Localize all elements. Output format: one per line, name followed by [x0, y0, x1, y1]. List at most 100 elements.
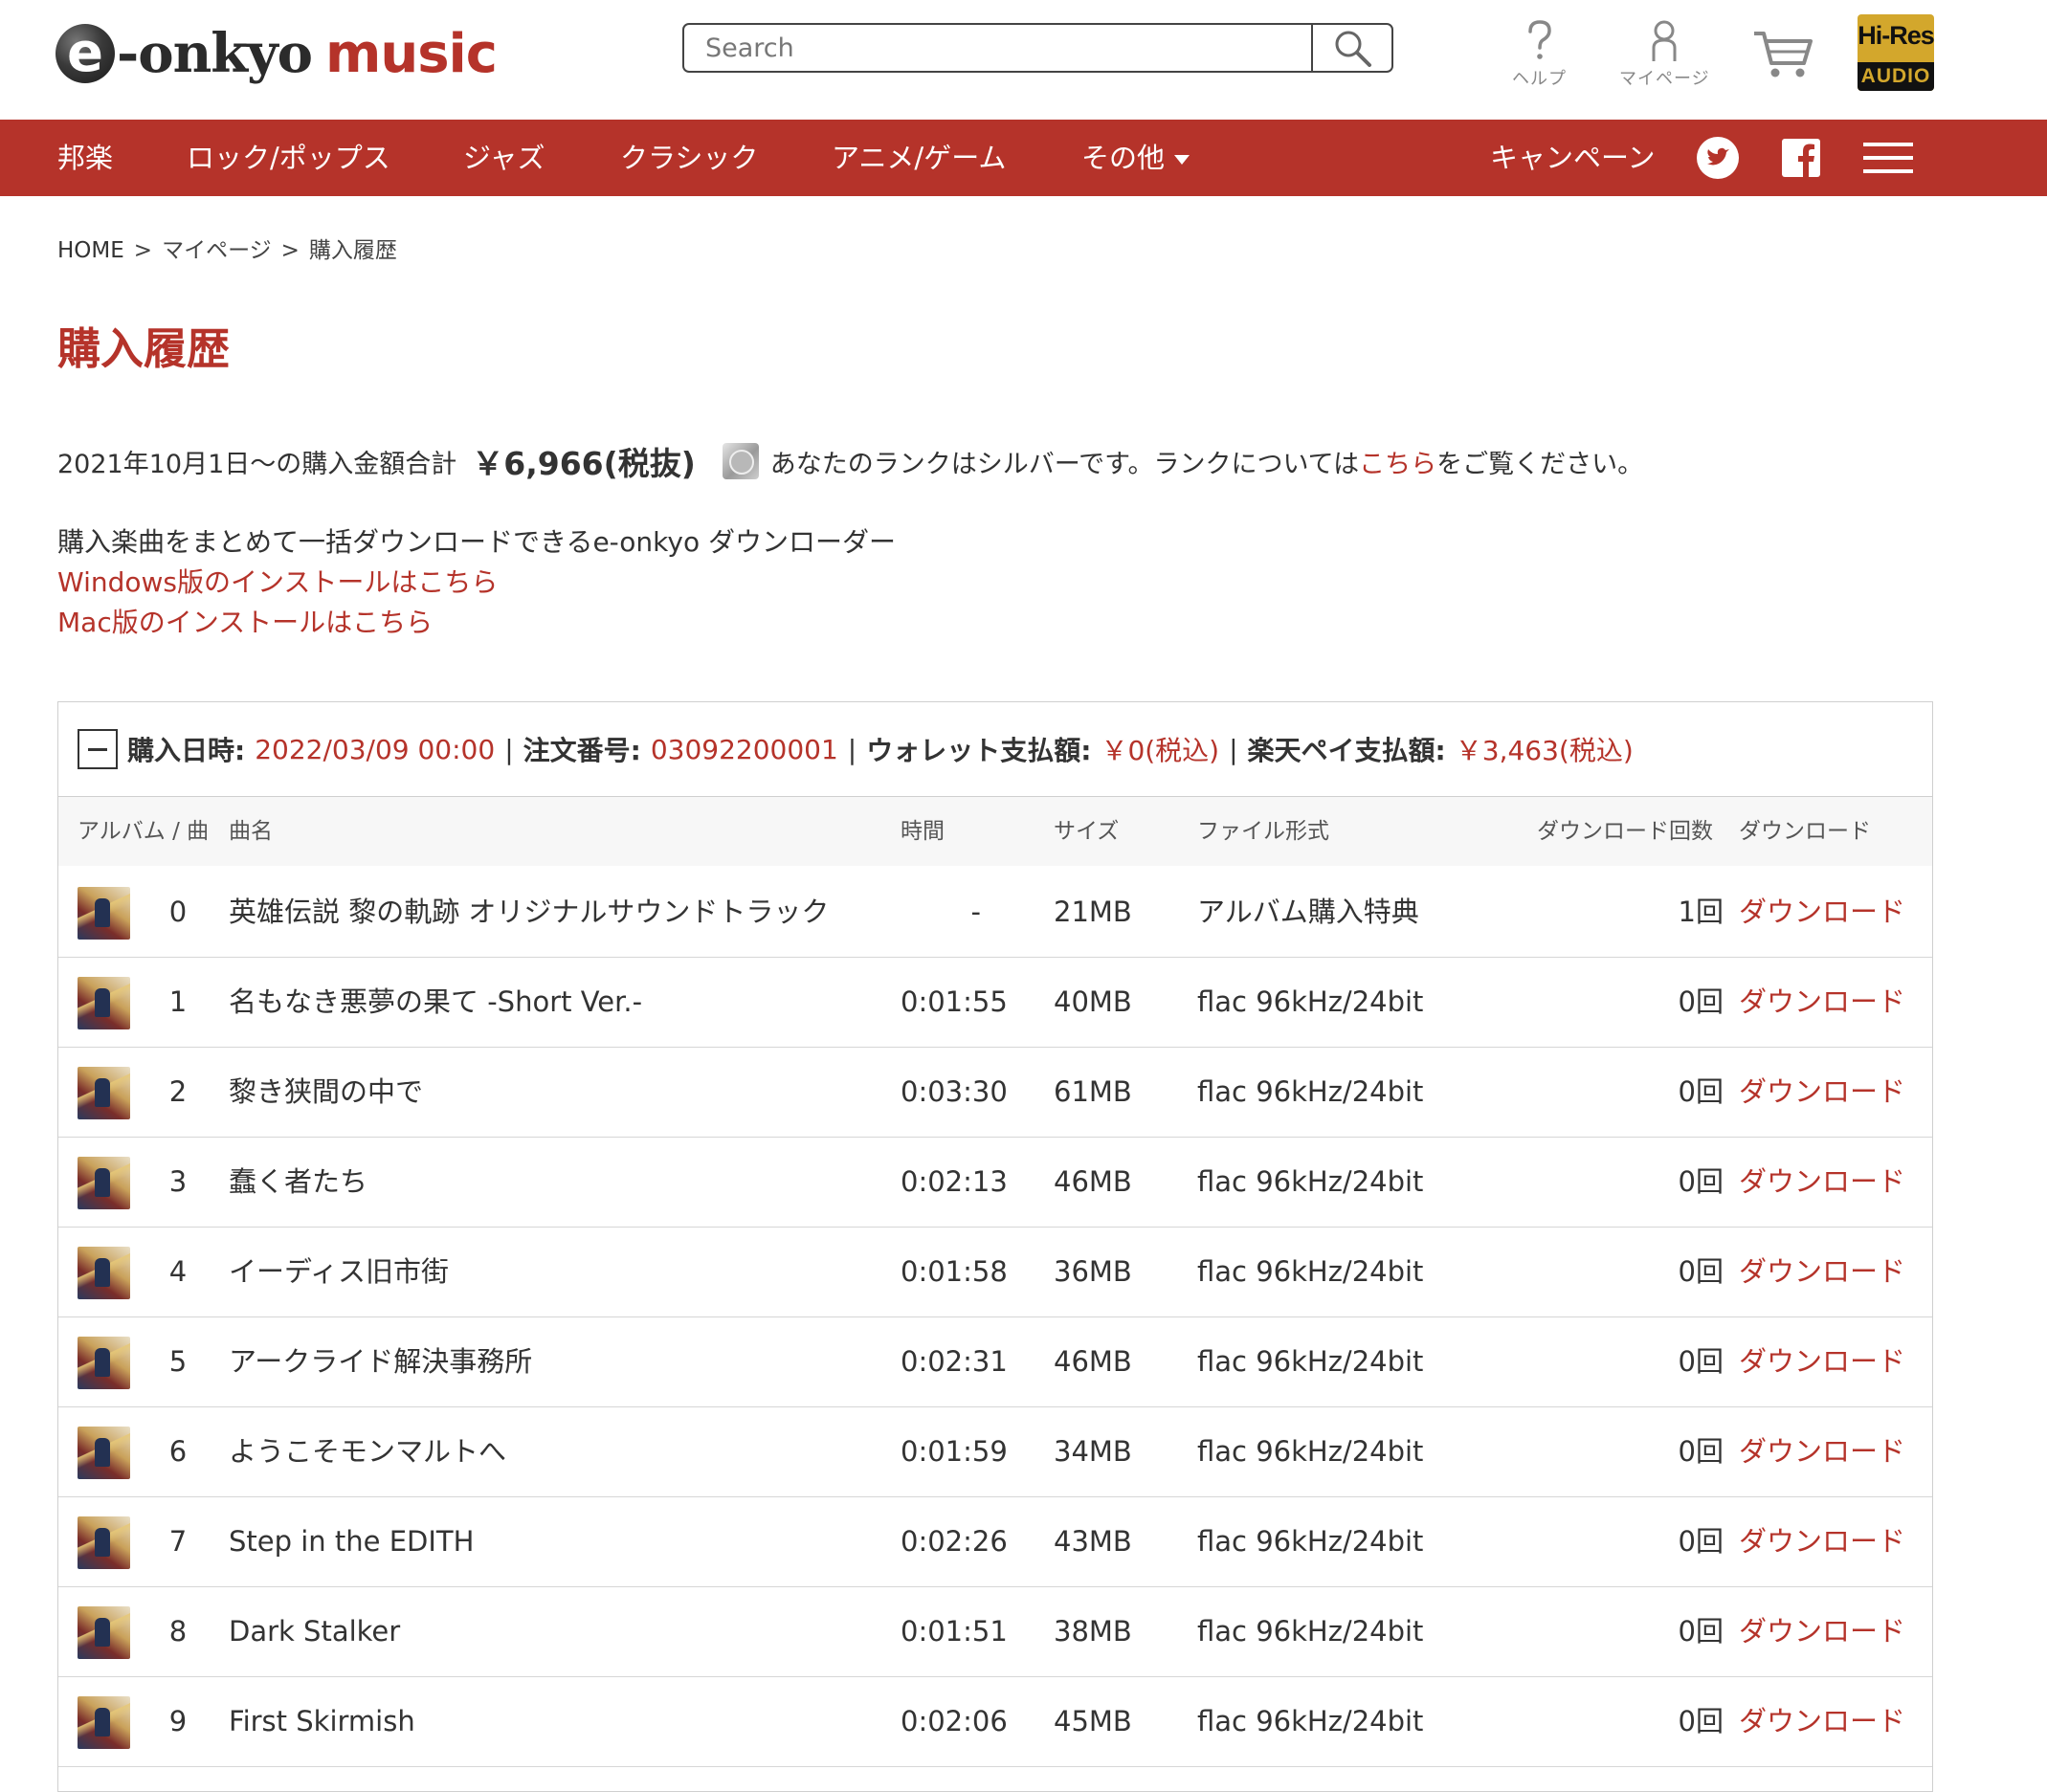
breadcrumb-separator: > — [280, 238, 300, 263]
help-label: ヘルプ — [1512, 69, 1567, 89]
track-time: 0:02:13 — [901, 1165, 1008, 1198]
nav-item-others[interactable]: その他 — [1081, 120, 1190, 196]
nav-item-hogaku[interactable]: 邦楽 — [57, 120, 113, 196]
mypage-label: マイページ — [1619, 69, 1710, 89]
download-count: 0回 — [1678, 1525, 1724, 1558]
order-header: 購入日時: 2022/03/09 00:00 | 注文番号: 030922000… — [58, 702, 1932, 797]
download-link[interactable]: ダウンロード — [1739, 867, 1905, 957]
help-link[interactable]: ヘルプ — [1512, 19, 1567, 90]
track-time: 0:02:31 — [901, 1345, 1008, 1378]
summary-amount: ￥6,966(税抜) — [472, 445, 696, 482]
download-link[interactable]: ダウンロード — [1739, 1586, 1905, 1676]
track-title: アークライド解決事務所 — [229, 1345, 533, 1378]
collapse-toggle[interactable] — [78, 729, 118, 769]
logo-music-text: music — [325, 22, 498, 85]
album-thumbnail[interactable] — [78, 1337, 130, 1389]
windows-install-link[interactable]: Windows版のインストールはこちら — [57, 563, 896, 603]
track-number: 9 — [168, 1705, 188, 1737]
menu-icon — [1863, 143, 1913, 173]
download-count: 1回 — [1678, 896, 1724, 928]
table-row: 9 First Skirmish 0:02:06 45MB flac 96kHz/24b… — [58, 1676, 1932, 1767]
album-thumbnail[interactable] — [78, 1606, 130, 1659]
track-format: flac 96kHz/24bit — [1197, 1075, 1424, 1108]
nav-item-classic[interactable]: クラシック — [620, 120, 758, 196]
album-thumbnail[interactable] — [78, 1427, 130, 1479]
nav-item-rock-pops[interactable]: ロック/ポップス — [187, 120, 390, 196]
album-thumbnail[interactable] — [78, 887, 130, 940]
cart-link[interactable] — [1751, 29, 1814, 80]
page-title: 購入履歴 — [57, 323, 231, 374]
breadcrumb-mypage[interactable]: マイページ — [162, 238, 272, 263]
track-time: 0:02:26 — [901, 1525, 1008, 1558]
track-size: 34MB — [1054, 1435, 1132, 1468]
breadcrumb-home[interactable]: HOME — [57, 238, 124, 263]
table-row: 2 黎き狭間の中で 0:03:30 61MB flac 96kHz/24bit 0回 ダウン… — [58, 1047, 1932, 1138]
rank-suffix: をご覧ください。 — [1436, 449, 1644, 479]
twitter-link[interactable] — [1694, 120, 1742, 196]
site-logo[interactable]: e -onkyo music — [56, 15, 498, 92]
rank-info-link[interactable]: こちら — [1359, 443, 1436, 480]
download-link[interactable]: ダウンロード — [1739, 1137, 1905, 1227]
track-title: Dark Stalker — [229, 1615, 401, 1648]
cart-icon — [1754, 32, 1813, 77]
track-number: 8 — [168, 1615, 188, 1648]
album-thumbnail[interactable] — [78, 1067, 130, 1119]
download-link[interactable]: ダウンロード — [1739, 1047, 1905, 1137]
summary-prefix: 2021年10月1日～の購入金額合計 — [57, 449, 457, 479]
nav-item-jazz[interactable]: ジャズ — [463, 120, 545, 196]
track-size: 61MB — [1054, 1075, 1132, 1108]
track-format: flac 96kHz/24bit — [1197, 1255, 1424, 1288]
track-time: 0:02:06 — [901, 1705, 1008, 1737]
track-size: 38MB — [1054, 1615, 1132, 1648]
table-row: 8 Dark Stalker 0:01:51 38MB flac 96kHz/24bit… — [58, 1586, 1932, 1677]
order-number-value: 03092200001 — [650, 733, 838, 765]
mac-install-link[interactable]: Mac版のインストールはこちら — [57, 603, 896, 643]
track-title: 英雄伝説 黎の軌跡 オリジナルサウンドトラック — [229, 896, 830, 928]
facebook-link[interactable] — [1780, 120, 1822, 196]
track-number: 6 — [168, 1435, 188, 1468]
album-thumbnail[interactable] — [78, 1247, 130, 1299]
table-row: 4 イーディス旧市街 0:01:58 36MB flac 96kHz/24bit 0回 ダウ… — [58, 1227, 1932, 1317]
download-count: 0回 — [1678, 1255, 1724, 1288]
track-format: flac 96kHz/24bit — [1197, 1525, 1424, 1558]
search-box — [682, 23, 1393, 73]
track-title: 蠢く者たち — [229, 1165, 368, 1198]
hires-line1: Hi-Res — [1858, 21, 1934, 50]
col-download-count: ダウンロード回数 — [1537, 819, 1713, 844]
track-size: 43MB — [1054, 1525, 1132, 1558]
track-size: 46MB — [1054, 1345, 1132, 1378]
track-number: 7 — [168, 1525, 188, 1558]
track-number: 5 — [168, 1345, 188, 1378]
menu-button[interactable] — [1862, 120, 1914, 196]
download-link[interactable]: ダウンロード — [1739, 1406, 1905, 1496]
download-link[interactable]: ダウンロード — [1739, 1496, 1905, 1586]
mypage-link[interactable]: マイページ — [1619, 19, 1710, 90]
download-link[interactable]: ダウンロード — [1739, 957, 1905, 1047]
album-thumbnail[interactable] — [78, 977, 130, 1029]
album-thumbnail[interactable] — [78, 1157, 130, 1209]
download-link[interactable]: ダウンロード — [1739, 1227, 1905, 1316]
download-link[interactable]: ダウンロード — [1739, 1676, 1905, 1766]
wallet-value: ￥0(税込) — [1101, 735, 1220, 766]
nav-item-anime-game[interactable]: アニメ/ゲーム — [832, 120, 1006, 196]
download-link[interactable]: ダウンロード — [1739, 1316, 1905, 1406]
track-number: 0 — [168, 896, 188, 928]
site-header: e -onkyo music ヘルプ マイページ — [0, 0, 2047, 120]
rank-text: あなたのランクはシルバーです。ランクについては — [769, 449, 1360, 479]
nav-item-campaign[interactable]: キャンペーン — [1490, 120, 1656, 196]
track-number: 3 — [168, 1165, 188, 1198]
track-format: flac 96kHz/24bit — [1197, 1615, 1424, 1648]
order-panel: 購入日時: 2022/03/09 00:00 | 注文番号: 030922000… — [57, 701, 1933, 1792]
download-count: 0回 — [1678, 1345, 1724, 1378]
track-title: ようこそモンマルトへ — [229, 1435, 507, 1468]
hires-audio-logo[interactable]: Hi-Res AUDIO — [1858, 14, 1934, 91]
search-button[interactable] — [1311, 25, 1391, 71]
album-thumbnail[interactable] — [78, 1696, 130, 1749]
breadcrumb-separator: > — [133, 238, 153, 263]
track-time: 0:01:55 — [901, 985, 1008, 1018]
track-title: Step in the EDITH — [229, 1525, 475, 1558]
album-thumbnail[interactable] — [78, 1516, 130, 1569]
download-count: 0回 — [1678, 1435, 1724, 1468]
search-input[interactable] — [684, 25, 1316, 71]
collapse-icon — [88, 747, 107, 751]
